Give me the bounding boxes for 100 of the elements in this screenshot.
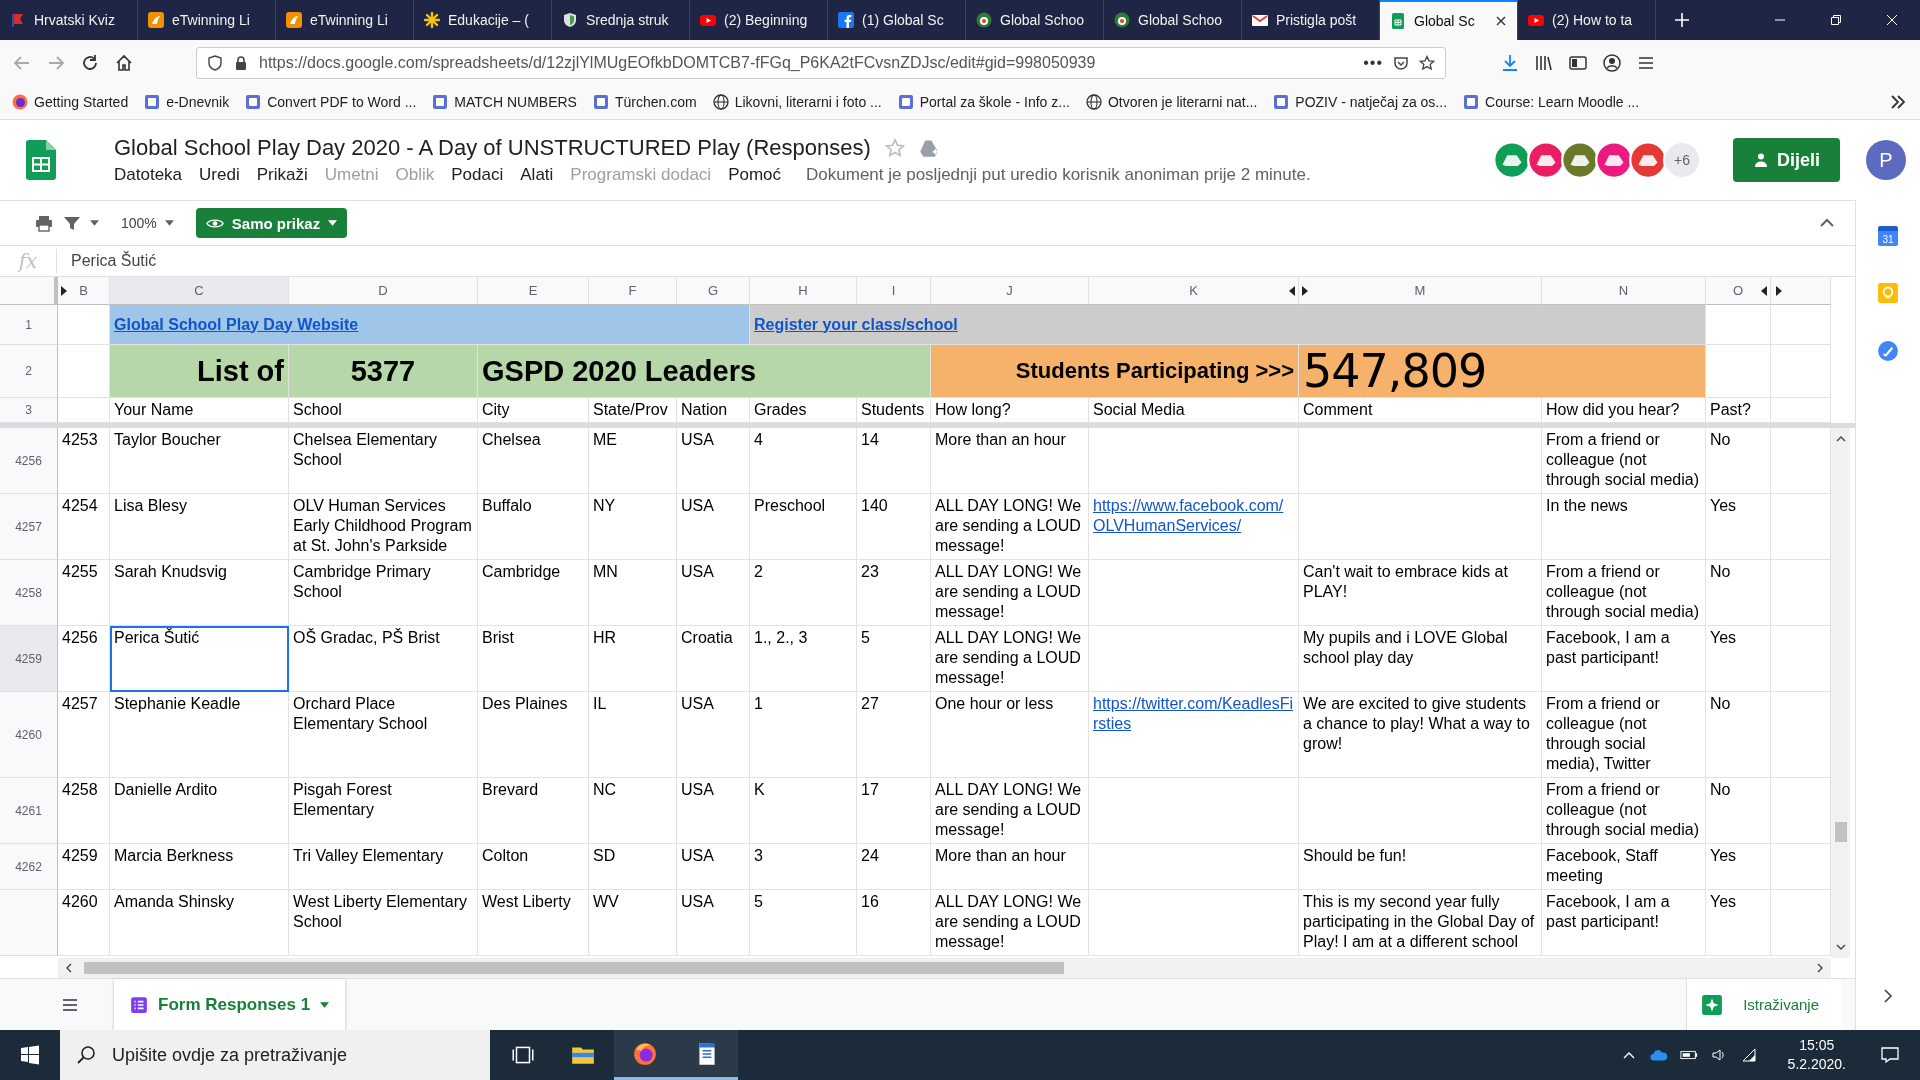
bookmark[interactable]: MATCH NUMBERS (432, 94, 577, 110)
sheets-logo-icon[interactable] (26, 140, 56, 180)
row-header[interactable]: 4257 (0, 494, 58, 560)
scroll-thumb[interactable] (1834, 822, 1847, 842)
page-actions-button[interactable]: ••• (1363, 53, 1383, 72)
close-icon[interactable] (1495, 15, 1507, 27)
row-header[interactable]: 4258 (0, 560, 58, 626)
search-field[interactable]: Upišite ovdje za pretraživanje (60, 1030, 490, 1080)
firefox-icon[interactable] (632, 1040, 658, 1067)
link[interactable]: https://www.facebook.com/OLVHumanServices/ (1093, 496, 1294, 536)
notification-icon[interactable] (1880, 1045, 1900, 1065)
caret-icon[interactable] (90, 220, 99, 226)
column-header[interactable]: F (589, 277, 677, 305)
vertical-scrollbar[interactable] (1831, 428, 1850, 958)
table-cell: Amanda Shinsky (110, 890, 289, 956)
menu-item[interactable]: Podaci (451, 165, 504, 185)
column-header[interactable]: C (110, 277, 289, 305)
row-header[interactable]: 2 (0, 345, 58, 398)
table-cell: From a friend or colleague (not through social media) (1542, 778, 1706, 844)
register-link[interactable]: Register your class/school (754, 314, 958, 335)
column-header[interactable]: O (1706, 277, 1771, 305)
star-icon[interactable] (884, 138, 905, 158)
horizontal-scrollbar[interactable] (58, 958, 1831, 978)
scroll-left-icon[interactable] (64, 963, 74, 973)
row-header[interactable]: 3 (0, 398, 58, 423)
scroll-thumb[interactable] (84, 962, 1064, 974)
scroll-right-icon[interactable] (1815, 963, 1825, 973)
bookmark[interactable]: Convert PDF to Word ... (245, 94, 417, 110)
last-edit-note[interactable]: Dokument je posljednji put uredio korisnik anoniman prije 2 minute. (806, 165, 1311, 185)
address-bar[interactable]: https://docs.google.com/spreadsheets/d/12zjlYlMUgEOfkbDOMTCB7-fFGq_P6KA2tFCvsnZDJsc/edit#gid=998050939 ••• (196, 46, 1446, 79)
menu-item[interactable]: Alati (520, 165, 554, 185)
row-header[interactable]: 1 (0, 305, 58, 345)
bookmark[interactable]: Otvoren je literarni nat... (1085, 94, 1258, 110)
star-icon[interactable] (1419, 54, 1435, 71)
new-tab-icon[interactable] (1674, 12, 1690, 28)
print-icon[interactable] (34, 213, 54, 233)
menu-item[interactable]: Uredi (199, 165, 240, 185)
windows-logo-icon[interactable] (20, 1045, 40, 1065)
column-header[interactable]: M (1299, 277, 1542, 305)
bookmark[interactable]: Course: Learn Moodle ... (1463, 94, 1640, 110)
clock[interactable]: 15:05 5.2.2020. (1787, 1036, 1846, 1074)
bookmark[interactable]: Getting Started (12, 94, 129, 110)
table-cell: Facebook, I am a past participant! (1542, 626, 1706, 692)
search-input[interactable]: Upišite ovdje za pretraživanje (110, 1043, 474, 1067)
facebook-icon (838, 12, 854, 28)
bookmark[interactable]: e-Dnevnik (144, 94, 230, 110)
formula-input[interactable]: Perica Šutić (57, 252, 157, 270)
bookmark[interactable]: POZIV - natječaj za os... (1273, 94, 1448, 110)
check-circle-icon[interactable] (1877, 340, 1899, 362)
row-header[interactable]: 4261 (0, 778, 58, 844)
home-icon[interactable] (114, 52, 134, 73)
menu-item[interactable]: Pomoć (728, 165, 782, 185)
bookmark[interactable]: Portal za škole - Info z... (897, 94, 1070, 110)
share-button[interactable]: Dijeli (1733, 138, 1840, 182)
sheet-tab[interactable]: Form Responses 1 (114, 979, 346, 1030)
bookmark[interactable]: Türchen.com (592, 94, 697, 110)
account-icon[interactable] (1602, 52, 1622, 73)
calendar-icon[interactable]: 31 (1878, 226, 1898, 246)
link[interactable]: https://twitter.com/KeadlesFirsties (1093, 694, 1294, 734)
table-cell: 4259 (58, 844, 110, 890)
row-header[interactable]: 4260 (0, 692, 58, 778)
table-cell: 5 (750, 890, 857, 956)
etwinning-icon (148, 12, 164, 28)
reload-icon[interactable] (80, 52, 100, 73)
menu-item[interactable]: Prikaži (256, 165, 308, 185)
menu-item[interactable]: Datoteka (114, 165, 183, 185)
column-header[interactable]: I (857, 277, 931, 305)
caret-icon[interactable] (164, 220, 174, 226)
more-viewers-badge[interactable]: +6 (1663, 141, 1701, 179)
scroll-down-icon[interactable] (1835, 942, 1846, 952)
table-cell: 3 (750, 844, 857, 890)
column-header[interactable]: K (1089, 277, 1299, 305)
column-header[interactable]: B (58, 277, 110, 305)
row-header[interactable]: 4259 (0, 626, 58, 692)
table-cell: OLV Human Services Early Childhood Program at St. John's Parkside (289, 494, 478, 560)
explore-button[interactable]: Istraživanje (1686, 979, 1841, 1030)
column-header[interactable]: H (750, 277, 857, 305)
pocket-icon[interactable] (1393, 54, 1409, 71)
restore-icon[interactable] (1830, 14, 1842, 26)
expand-column-icon[interactable] (61, 286, 67, 296)
column-header[interactable]: D (289, 277, 478, 305)
zoom-select[interactable]: 100% (121, 215, 157, 231)
column-header[interactable]: G (677, 277, 750, 305)
profile-avatar[interactable]: P (1866, 140, 1906, 180)
browser-tab[interactable]: Global Sc (1380, 0, 1518, 40)
download-icon[interactable] (1500, 52, 1520, 73)
bookmark-icon (144, 94, 161, 110)
bookmark-icon (245, 94, 262, 110)
column-header[interactable]: E (478, 277, 589, 305)
row-header[interactable]: 4262 (0, 844, 58, 890)
scroll-up-icon[interactable] (1835, 434, 1846, 444)
expand-panel-icon[interactable] (1883, 988, 1893, 1004)
column-header[interactable]: J (931, 277, 1089, 305)
row-header[interactable]: 4256 (0, 428, 58, 494)
table-cell: 4256 (58, 626, 110, 692)
document-title[interactable]: Global School Play Day 2020 - A Day of UNSTRUCTURED Play (Responses) (114, 135, 871, 161)
cloud-icon[interactable] (1649, 1047, 1668, 1063)
column-header[interactable]: N (1542, 277, 1706, 305)
bookmark[interactable]: Likovni, literarni i foto ... (712, 94, 882, 110)
view-mode-button[interactable]: Samo prikaz (195, 208, 348, 238)
